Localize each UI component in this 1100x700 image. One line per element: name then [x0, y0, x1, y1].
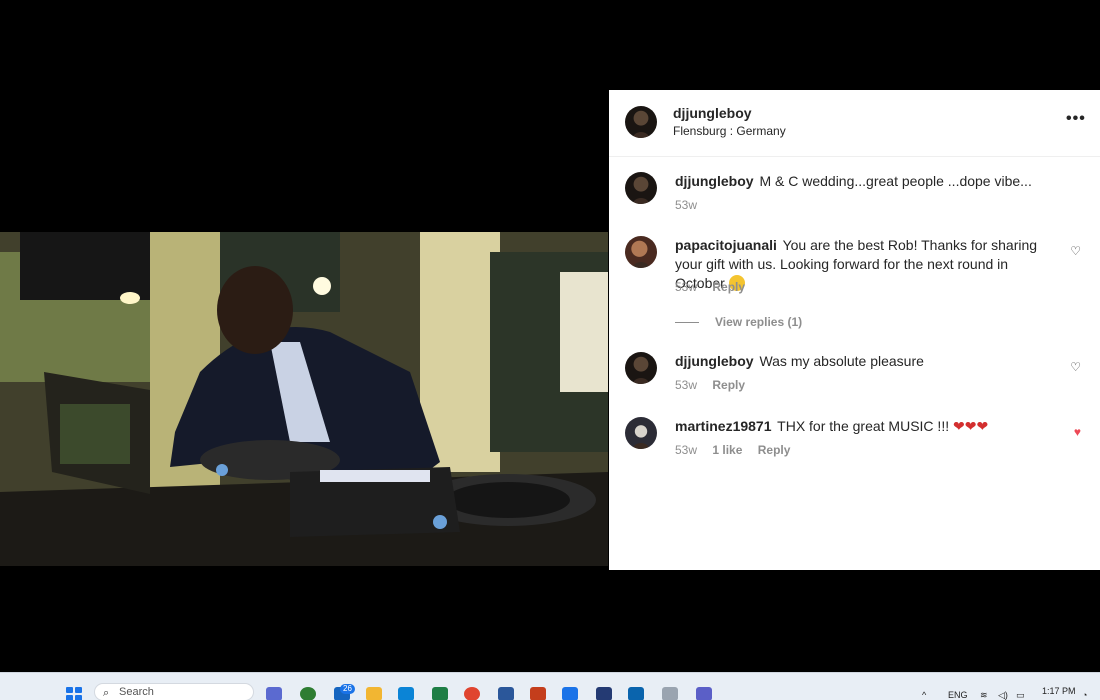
comment-time[interactable]: 53w — [675, 378, 697, 392]
reply-button[interactable]: Reply — [712, 378, 745, 392]
comment-username[interactable]: papacitojuanali — [675, 237, 777, 253]
comment-meta: 53w Reply — [675, 280, 757, 294]
teams-icon[interactable] — [696, 687, 712, 700]
language-indicator[interactable]: ENG — [948, 690, 968, 700]
commenter-avatar[interactable] — [625, 352, 657, 384]
comment-meta: 53w Reply — [675, 378, 757, 392]
chrome-icon[interactable] — [464, 687, 480, 700]
taskbar-search-input[interactable]: ⌕ Search — [94, 683, 254, 700]
comment-username[interactable]: martinez19871 — [675, 418, 772, 434]
like-heart-icon[interactable]: ♡ — [1070, 244, 1081, 258]
clock-time[interactable]: 1:17 PM — [1042, 686, 1076, 696]
more-options-icon[interactable]: ••• — [1066, 111, 1085, 132]
caption-text: M & C wedding...great people ...dope vib… — [759, 173, 1032, 189]
search-icon: ⌕ — [103, 687, 110, 699]
tray-expand-icon[interactable]: ^ — [922, 690, 926, 700]
commenter-avatar[interactable] — [625, 236, 657, 268]
app-icon[interactable] — [300, 687, 316, 700]
comment-time[interactable]: 53w — [675, 443, 697, 457]
store-icon[interactable] — [398, 687, 414, 700]
windows-start-icon[interactable] — [66, 687, 82, 700]
reply-button[interactable]: Reply — [712, 280, 745, 294]
post-photo[interactable] — [0, 232, 608, 566]
view-replies-button[interactable]: View replies (1) — [675, 315, 802, 329]
post-header: djjungleboy Flensburg : Germany ••• — [609, 90, 1100, 157]
commenter-avatar[interactable] — [625, 417, 657, 449]
comment-text: THX for the great MUSIC !!! — [777, 418, 950, 434]
caption: djjungleboy M & C wedding...great people… — [625, 172, 1085, 212]
like-heart-icon[interactable]: ♡ — [1070, 360, 1081, 374]
comment-text: Was my absolute pleasure — [759, 353, 924, 369]
taskbar: ⌕ Search ^ ENG ≋ ◁) ▭ 1:17 PM ◔ — [0, 672, 1100, 700]
comment-meta: 53w 1 like Reply — [675, 443, 802, 457]
author-avatar[interactable] — [625, 106, 657, 138]
outlook-icon[interactable] — [628, 687, 644, 700]
app-icon-4[interactable] — [662, 687, 678, 700]
author-username[interactable]: djjungleboy — [673, 105, 752, 121]
like-count[interactable]: 1 like — [712, 443, 742, 457]
dj-photo-illustration — [0, 232, 608, 566]
comment-body: martinez19871 THX for the great MUSIC !!… — [675, 417, 1060, 436]
post-location[interactable]: Flensburg : Germany — [673, 124, 786, 138]
caption-username[interactable]: djjungleboy — [675, 173, 754, 189]
app-icon-2[interactable] — [562, 687, 578, 700]
caption-time[interactable]: 53w — [675, 198, 697, 212]
comment-item: djjungleboy Was my absolute pleasure ♡ 5… — [625, 352, 1085, 392]
red-heart-emoji-icon: ❤❤❤ — [952, 418, 989, 434]
caption-body: djjungleboy M & C wedding...great people… — [675, 172, 1060, 191]
volume-icon[interactable]: ◁) — [998, 690, 1008, 700]
notification-badge: 26 — [340, 684, 355, 694]
caption-avatar[interactable] — [625, 172, 657, 204]
app-icon-3[interactable] — [596, 687, 612, 700]
comment-item: martinez19871 THX for the great MUSIC !!… — [625, 417, 1085, 457]
reply-button[interactable]: Reply — [758, 443, 791, 457]
excel-icon[interactable] — [432, 687, 448, 700]
battery-icon[interactable]: ▭ — [1016, 690, 1025, 700]
powerpoint-icon[interactable] — [530, 687, 546, 700]
comment-body: djjungleboy Was my absolute pleasure — [675, 352, 1060, 371]
liked-heart-icon[interactable]: ♥ — [1074, 425, 1081, 439]
notification-icon[interactable]: ◔ — [1082, 690, 1087, 700]
caption-meta: 53w — [675, 198, 709, 212]
search-placeholder: Search — [119, 686, 154, 698]
comment-username[interactable]: djjungleboy — [675, 353, 754, 369]
post-detail-panel: djjungleboy Flensburg : Germany ••• djju… — [609, 90, 1100, 570]
wifi-icon[interactable]: ≋ — [980, 690, 988, 700]
meet-icon[interactable] — [266, 687, 282, 700]
word-icon[interactable] — [498, 687, 514, 700]
file-explorer-icon[interactable] — [366, 687, 382, 700]
comment-item: papacitojuanali You are the best Rob! Th… — [625, 236, 1085, 306]
comment-time[interactable]: 53w — [675, 280, 697, 294]
